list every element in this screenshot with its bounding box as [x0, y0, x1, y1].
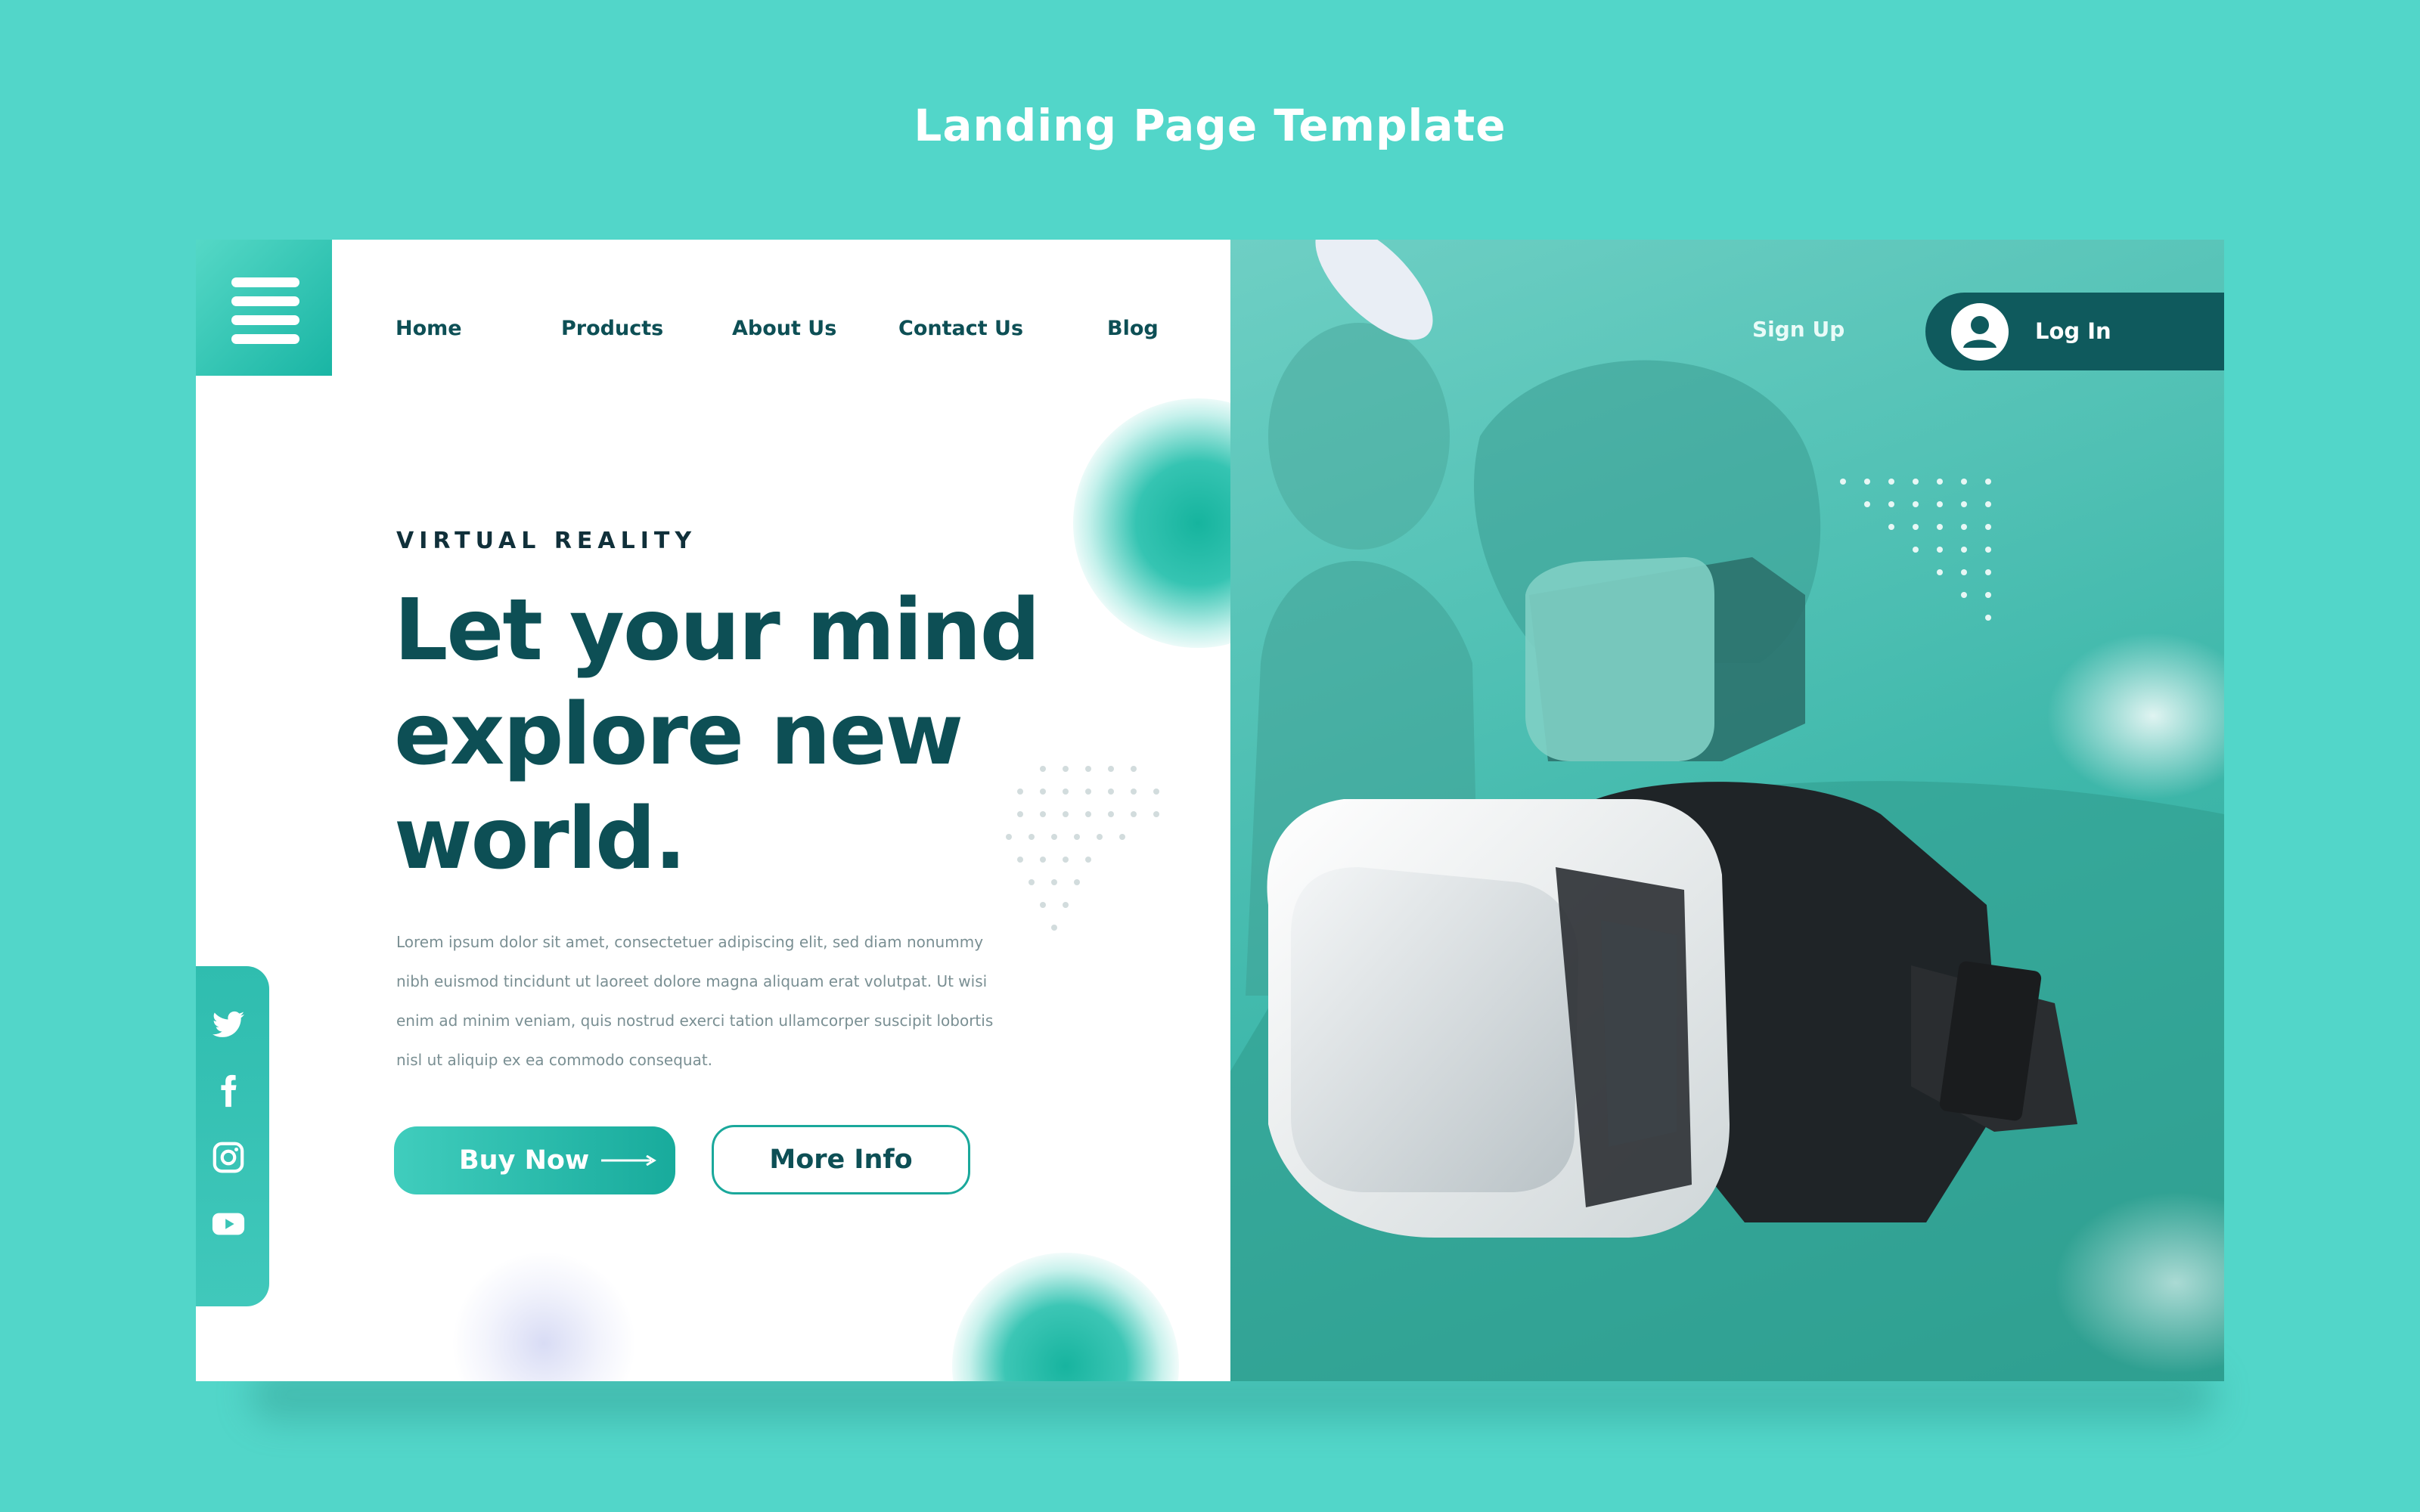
hero-photo-panel: [1230, 240, 2224, 1381]
nav-products[interactable]: Products: [561, 317, 663, 340]
menu-line: [231, 296, 299, 306]
menu-line: [231, 277, 299, 287]
user-avatar-icon: [1951, 303, 2009, 361]
facebook-icon[interactable]: [211, 1074, 246, 1108]
headline-line: Let your mind: [394, 581, 1041, 680]
arrow-right-icon: [601, 1155, 656, 1166]
buy-now-label: Buy Now: [459, 1145, 590, 1176]
more-info-button[interactable]: More Info: [712, 1125, 970, 1194]
eyebrow-label: VIRTUAL REALITY: [396, 528, 697, 554]
menu-button[interactable]: [196, 240, 332, 376]
menu-line: [231, 315, 299, 325]
youtube-icon[interactable]: [211, 1207, 246, 1241]
nav-about-us[interactable]: About Us: [732, 317, 836, 340]
nav-blog[interactable]: Blog: [1107, 317, 1159, 340]
lavender-blob-decoration: [453, 1253, 634, 1381]
description-line: Lorem ipsum dolor sit amet, consectetuer…: [396, 933, 984, 951]
headline-line: explore new: [394, 686, 963, 784]
log-in-button[interactable]: Log In: [1925, 293, 2224, 370]
social-sidebar: [196, 966, 269, 1306]
instagram-icon[interactable]: [211, 1140, 246, 1175]
nav-home[interactable]: Home: [396, 317, 462, 340]
teal-blob-decoration: [952, 1253, 1179, 1381]
vr-scene-illustration: [1230, 240, 2224, 1381]
hero-headline: Let your mind explore new world.: [394, 578, 1075, 891]
sign-up-link[interactable]: Sign Up: [1752, 317, 1844, 342]
headline-line: world.: [394, 790, 687, 888]
twitter-icon[interactable]: [211, 1008, 246, 1043]
description-line: enim ad minim veniam, quis nostrud exerc…: [396, 1012, 994, 1030]
page-title: Landing Page Template: [914, 100, 1506, 151]
description-line: nisl ut aliquip ex ea commodo consequat.: [396, 1051, 713, 1069]
landing-card: Home Products About Us Contact Us Blog V…: [196, 240, 2224, 1381]
hero-description: Lorem ipsum dolor sit amet, consectetuer…: [396, 922, 1001, 1080]
description-line: nibh euismod tincidunt ut laoreet dolore…: [396, 972, 988, 990]
menu-line: [231, 334, 299, 344]
nav-contact-us[interactable]: Contact Us: [898, 317, 1023, 340]
buy-now-button[interactable]: Buy Now: [394, 1126, 675, 1194]
log-in-label: Log In: [2035, 318, 2111, 344]
